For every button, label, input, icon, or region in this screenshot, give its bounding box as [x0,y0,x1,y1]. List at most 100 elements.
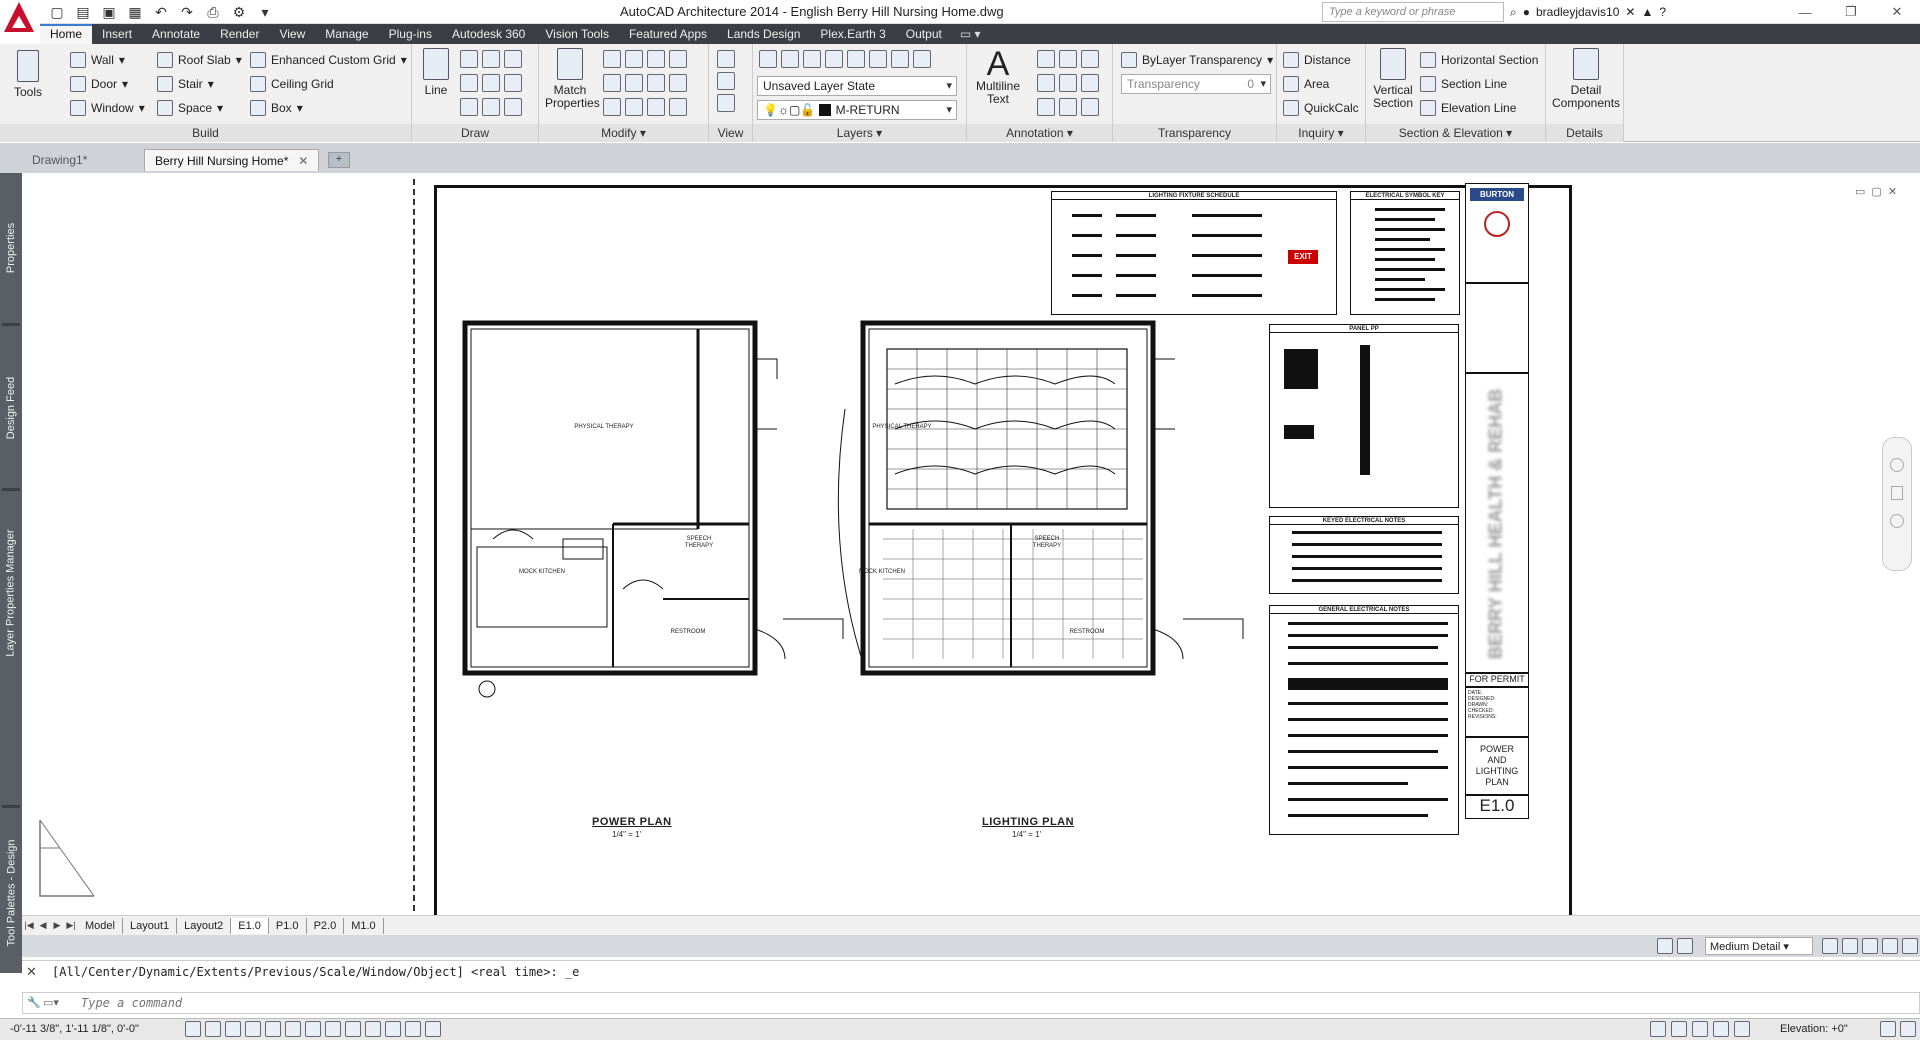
layer-isolate-icon[interactable] [781,50,799,68]
panel-build-title[interactable]: Build [0,124,411,142]
panel-annotation-title[interactable]: Annotation ▾ [967,124,1112,142]
tools-button[interactable]: Tools [8,50,48,99]
panel-details-title[interactable]: Details [1546,124,1623,142]
rotate-icon[interactable] [625,50,643,68]
ribbon-more-icon[interactable]: ▭ ▾ [952,24,989,44]
layer-delete-icon[interactable] [913,50,931,68]
fillet-icon[interactable] [647,50,665,68]
layout-tab-p2[interactable]: P2.0 [307,917,345,934]
polyline-icon[interactable] [460,50,478,68]
layout-tab-e1[interactable]: E1.0 [231,917,269,934]
layer-properties-icon[interactable] [759,50,777,68]
ribbon-tab-vision-tools[interactable]: Vision Tools [535,24,619,44]
leader-icon[interactable] [1059,50,1077,68]
current-layer-dropdown[interactable]: 💡☼▢🔓 M-RETURN [757,100,957,120]
viewport-maximize-icon[interactable]: ▢ [1871,185,1881,198]
arc-icon[interactable] [504,50,522,68]
minimize-icon[interactable]: — [1782,0,1828,24]
linear-dim-icon[interactable] [1037,74,1055,92]
ortho-mode-icon[interactable] [245,1021,261,1037]
exchange-icon[interactable]: ✕ [1625,5,1635,19]
ribbon-tab-render[interactable]: Render [210,24,269,44]
ribbon-tab-insert[interactable]: Insert [92,24,142,44]
hardware-accel-icon[interactable] [1734,1021,1750,1037]
vertical-section-button[interactable]: Vertical Section [1370,48,1416,110]
box-button[interactable]: Box ▾ [250,100,303,116]
space-button[interactable]: Space ▾ [157,100,223,116]
command-wrench-icon[interactable]: 🔧 [27,996,41,1009]
hatch-icon[interactable] [482,98,500,116]
command-close-icon[interactable]: ✕ [26,964,37,980]
detail-components-button[interactable]: Detail Components [1552,48,1620,110]
transparency-field[interactable]: Transparency 0 [1121,74,1271,94]
elevation-line-button[interactable]: Elevation Line [1420,100,1516,116]
stair-button[interactable]: Stair ▾ [157,76,214,92]
application-menu-button[interactable] [0,0,40,44]
layout-tab-p1[interactable]: P1.0 [269,917,307,934]
circle-icon[interactable] [460,74,478,92]
door-button[interactable]: Door ▾ [70,76,128,92]
match-properties-button[interactable]: Match Properties [545,48,600,110]
binoculars-icon[interactable]: ⌕ [1510,5,1517,20]
open-file-icon[interactable]: ▤ [72,2,94,22]
clean-screen-icon[interactable] [1880,1021,1896,1037]
panel-transparency-title[interactable]: Transparency [1113,124,1276,142]
workspace-icon[interactable]: ⚙ [228,2,250,22]
workspace-switch-icon[interactable] [1692,1021,1708,1037]
surface-hatch-icon[interactable] [1842,938,1858,954]
redo-icon[interactable]: ↷ [176,2,198,22]
layer-match-icon[interactable] [847,50,865,68]
wall-button[interactable]: Wall ▾ [70,52,125,68]
section-line-button[interactable]: Section Line [1420,76,1507,92]
view-cube-icon[interactable] [717,50,735,68]
ribbon-tab-view[interactable]: View [269,24,315,44]
display-config-icon[interactable] [1822,938,1838,954]
line-button[interactable]: Line [418,48,454,97]
point-icon[interactable] [482,50,500,68]
search-input[interactable]: Type a keyword or phrase [1322,2,1504,22]
annotation-scale-icon[interactable] [1657,938,1673,954]
next-tab-icon[interactable]: ▶ [50,920,64,931]
quick-properties-icon[interactable] [425,1021,441,1037]
panel-inquiry-title[interactable]: Inquiry ▾ [1277,124,1365,142]
layer-merge-icon[interactable] [891,50,909,68]
model-paper-icon[interactable] [1650,1021,1666,1037]
close-icon[interactable]: ✕ [1874,0,1920,24]
layer-freeze-icon[interactable] [825,50,843,68]
dimension-icon[interactable] [1037,50,1055,68]
object-snap-icon[interactable] [285,1021,301,1037]
panel-view-title[interactable]: View [709,124,752,142]
ribbon-tab-output[interactable]: Output [896,24,952,44]
lightbulb-icon[interactable] [1902,938,1918,954]
enhanced-custom-grid-button[interactable]: Enhanced Custom Grid ▾ [250,52,407,68]
panel-layers-title[interactable]: Layers ▾ [753,124,966,142]
user-icon[interactable]: ● [1523,5,1530,19]
multiline-text-button[interactable]: A Multiline Text [973,47,1023,106]
quickcalc-button[interactable]: QuickCalc [1283,100,1359,116]
orbit-icon[interactable] [717,72,735,90]
horizontal-section-button[interactable]: Horizontal Section [1420,52,1538,68]
navigation-bar[interactable] [1882,437,1912,571]
doc-tab-berry-hill[interactable]: Berry Hill Nursing Home* ✕ [144,149,320,171]
undo-icon[interactable]: ↶ [150,2,172,22]
detail-level-dropdown[interactable]: Medium Detail ▾ [1705,937,1813,955]
new-file-icon[interactable]: ▢ [46,2,68,22]
palette-tool-palettes[interactable]: Tool Palettes - Design [0,813,22,973]
zoom-nav-icon[interactable] [1890,514,1904,528]
plot-icon[interactable]: ⎙ [202,2,224,22]
drawing-canvas[interactable]: PHYSICAL THERAPY MOCK KITCHEN SPEECH THE… [22,173,1920,920]
save-icon[interactable]: ▣ [98,2,120,22]
ribbon-tab-lands-design[interactable]: Lands Design [717,24,810,44]
panel-draw-title[interactable]: Draw [412,124,538,142]
window-button[interactable]: Window ▾ [70,100,145,116]
erase-icon[interactable] [625,74,643,92]
doc-tab-drawing1[interactable]: Drawing1* [22,149,97,171]
panel-section-title[interactable]: Section & Elevation ▾ [1366,124,1545,142]
trim-icon[interactable] [603,74,621,92]
stretch-icon[interactable] [647,74,665,92]
quick-view-icon[interactable] [1671,1021,1687,1037]
explode-icon[interactable] [669,98,687,116]
infer-constraints-icon[interactable] [185,1021,201,1037]
restore-icon[interactable]: ❐ [1828,0,1874,24]
last-tab-icon[interactable]: ▶| [64,920,78,931]
